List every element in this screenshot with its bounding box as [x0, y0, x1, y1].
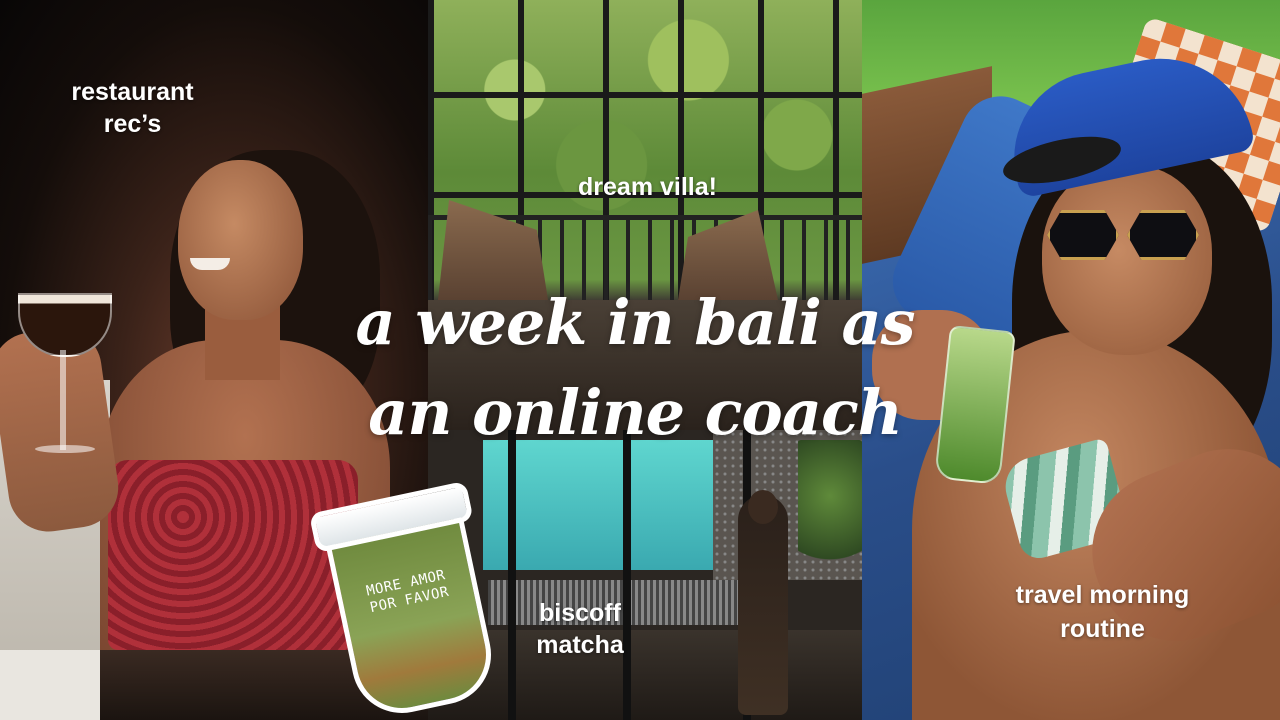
title-line: a week in bali as [355, 286, 915, 359]
window-frame [623, 430, 631, 720]
title-line: an online coach [368, 376, 903, 449]
caption-line: restaurant [71, 78, 194, 106]
man-head [748, 490, 778, 524]
window-transom [428, 92, 862, 98]
window-frame [508, 430, 516, 720]
caption-line: routine [1060, 615, 1145, 643]
video-title: a week in bali as an online coach [255, 278, 1015, 458]
caption-line: biscoff [539, 599, 621, 627]
caption-restaurant: restaurant rec’s [45, 76, 220, 140]
caption-villa: dream villa! [578, 173, 717, 201]
caption-line: travel morning [1015, 581, 1190, 609]
woman-face [1042, 165, 1212, 355]
glass-stem [60, 350, 66, 450]
caption-morning-routine: travel morning routine [985, 578, 1220, 646]
plant [798, 440, 862, 580]
caption-line: matcha [536, 631, 624, 659]
caption-biscoff-matcha: biscoff matcha [510, 597, 650, 661]
thumbnail: MORE AMOR POR FAVOR restaurant rec’s dre… [0, 0, 1280, 720]
sunglasses-lens [1047, 210, 1119, 260]
sunglasses-lens [1127, 210, 1199, 260]
glass-foot [35, 445, 95, 453]
caption-line: rec’s [103, 110, 162, 138]
man-silhouette [738, 495, 788, 715]
swimming-pool [483, 440, 713, 570]
smile [190, 258, 230, 270]
napkin [0, 650, 100, 720]
